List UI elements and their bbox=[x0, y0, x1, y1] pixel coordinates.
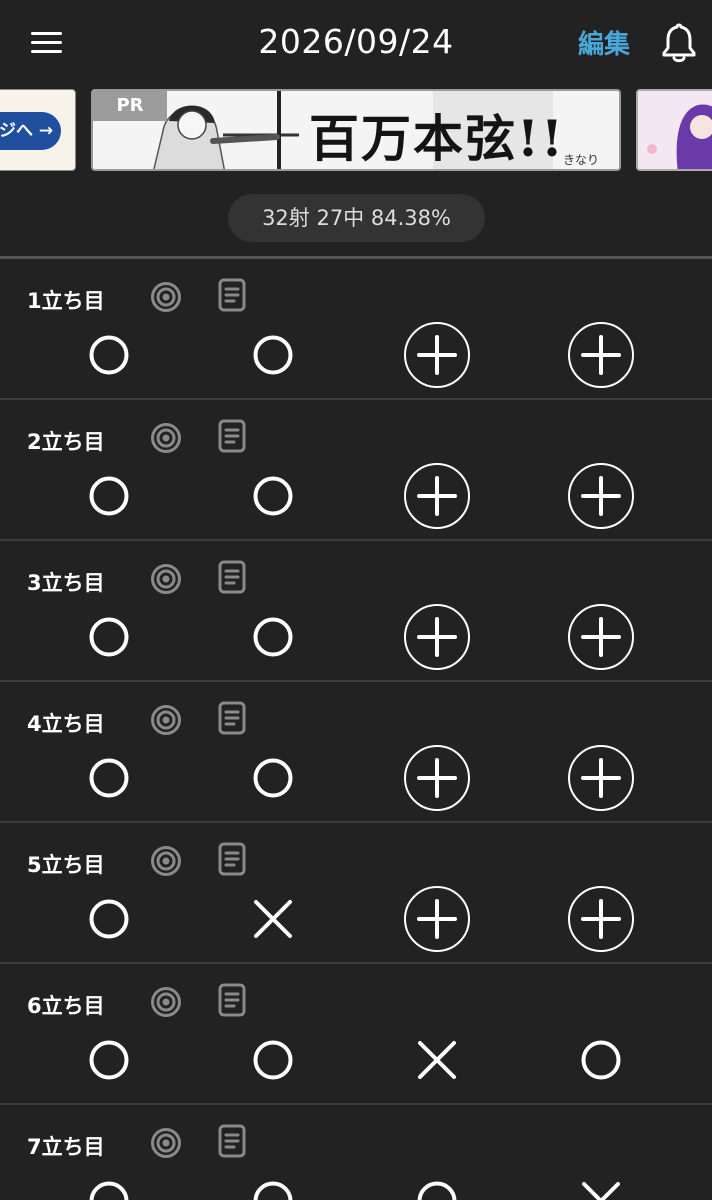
shot-miss-mark[interactable] bbox=[567, 1167, 635, 1200]
memo-icon[interactable] bbox=[218, 278, 246, 312]
ad-pr-badge: PR bbox=[93, 91, 167, 121]
shot-miss-mark[interactable] bbox=[239, 885, 307, 953]
round-label: 4立ち目 bbox=[27, 712, 105, 736]
add-shot-button[interactable] bbox=[567, 321, 635, 389]
shot-hit-mark[interactable] bbox=[239, 603, 307, 671]
add-shot-button[interactable] bbox=[403, 885, 471, 953]
memo-icon[interactable] bbox=[218, 1124, 246, 1158]
bell-icon[interactable] bbox=[659, 21, 699, 65]
round-label: 7立ち目 bbox=[27, 1135, 105, 1159]
target-icon[interactable] bbox=[150, 563, 182, 595]
memo-icon[interactable] bbox=[218, 419, 246, 453]
add-shot-button[interactable] bbox=[403, 462, 471, 530]
target-icon[interactable] bbox=[150, 422, 182, 454]
target-icon[interactable] bbox=[150, 704, 182, 736]
ad-right-illustration bbox=[638, 91, 712, 169]
shot-hit-mark[interactable] bbox=[239, 462, 307, 530]
ad-signature: きなり bbox=[563, 153, 600, 167]
shot-hit-mark[interactable] bbox=[239, 321, 307, 389]
hit-rate-summary: 32射 27中 84.38% bbox=[228, 194, 485, 242]
add-shot-button[interactable] bbox=[567, 462, 635, 530]
add-shot-button[interactable] bbox=[403, 603, 471, 671]
memo-icon[interactable] bbox=[218, 983, 246, 1017]
shot-hit-mark[interactable] bbox=[75, 1026, 143, 1094]
shot-hit-mark[interactable] bbox=[403, 1167, 471, 1200]
ad-left-button[interactable]: ジへ → bbox=[0, 112, 61, 150]
round-row: 4立ち目 bbox=[0, 682, 712, 823]
add-shot-button[interactable] bbox=[403, 321, 471, 389]
ad-banner-right[interactable] bbox=[636, 89, 712, 171]
round-row: 6立ち目 bbox=[0, 964, 712, 1105]
shot-hit-mark[interactable] bbox=[239, 1167, 307, 1200]
memo-icon[interactable] bbox=[218, 842, 246, 876]
round-label: 3立ち目 bbox=[27, 571, 105, 595]
round-row: 3立ち目 bbox=[0, 541, 712, 682]
round-row: 5立ち目 bbox=[0, 823, 712, 964]
ad-banner-carousel[interactable]: ジへ → PR 百万本弦!! きなり bbox=[0, 89, 712, 172]
round-row: 7立ち目 bbox=[0, 1105, 712, 1200]
memo-icon[interactable] bbox=[218, 560, 246, 594]
ad-title: 百万本弦!! bbox=[309, 109, 565, 168]
round-row: 2立ち目 bbox=[0, 400, 712, 541]
add-shot-button[interactable] bbox=[567, 744, 635, 812]
shot-hit-mark[interactable] bbox=[239, 744, 307, 812]
add-shot-button[interactable] bbox=[403, 744, 471, 812]
round-label: 5立ち目 bbox=[27, 853, 105, 877]
round-label: 1立ち目 bbox=[27, 289, 105, 313]
target-icon[interactable] bbox=[150, 986, 182, 1018]
add-shot-button[interactable] bbox=[567, 603, 635, 671]
target-icon[interactable] bbox=[150, 1127, 182, 1159]
round-label: 2立ち目 bbox=[27, 430, 105, 454]
shot-hit-mark[interactable] bbox=[75, 885, 143, 953]
round-row: 1立ち目 bbox=[0, 259, 712, 400]
shot-hit-mark[interactable] bbox=[75, 321, 143, 389]
shot-hit-mark[interactable] bbox=[75, 1167, 143, 1200]
shot-hit-mark[interactable] bbox=[75, 603, 143, 671]
target-icon[interactable] bbox=[150, 845, 182, 877]
edit-button[interactable]: 編集 bbox=[578, 24, 630, 61]
shot-hit-mark[interactable] bbox=[239, 1026, 307, 1094]
shot-hit-mark[interactable] bbox=[75, 462, 143, 530]
ad-banner-left[interactable]: ジへ → bbox=[0, 89, 76, 171]
shot-miss-mark[interactable] bbox=[403, 1026, 471, 1094]
ad-banner-main[interactable]: PR 百万本弦!! きなり bbox=[91, 89, 621, 171]
target-icon[interactable] bbox=[150, 281, 182, 313]
shot-hit-mark[interactable] bbox=[567, 1026, 635, 1094]
shot-hit-mark[interactable] bbox=[75, 744, 143, 812]
round-label: 6立ち目 bbox=[27, 994, 105, 1018]
app-header: 2026/09/24 編集 bbox=[0, 0, 712, 86]
add-shot-button[interactable] bbox=[567, 885, 635, 953]
memo-icon[interactable] bbox=[218, 701, 246, 735]
